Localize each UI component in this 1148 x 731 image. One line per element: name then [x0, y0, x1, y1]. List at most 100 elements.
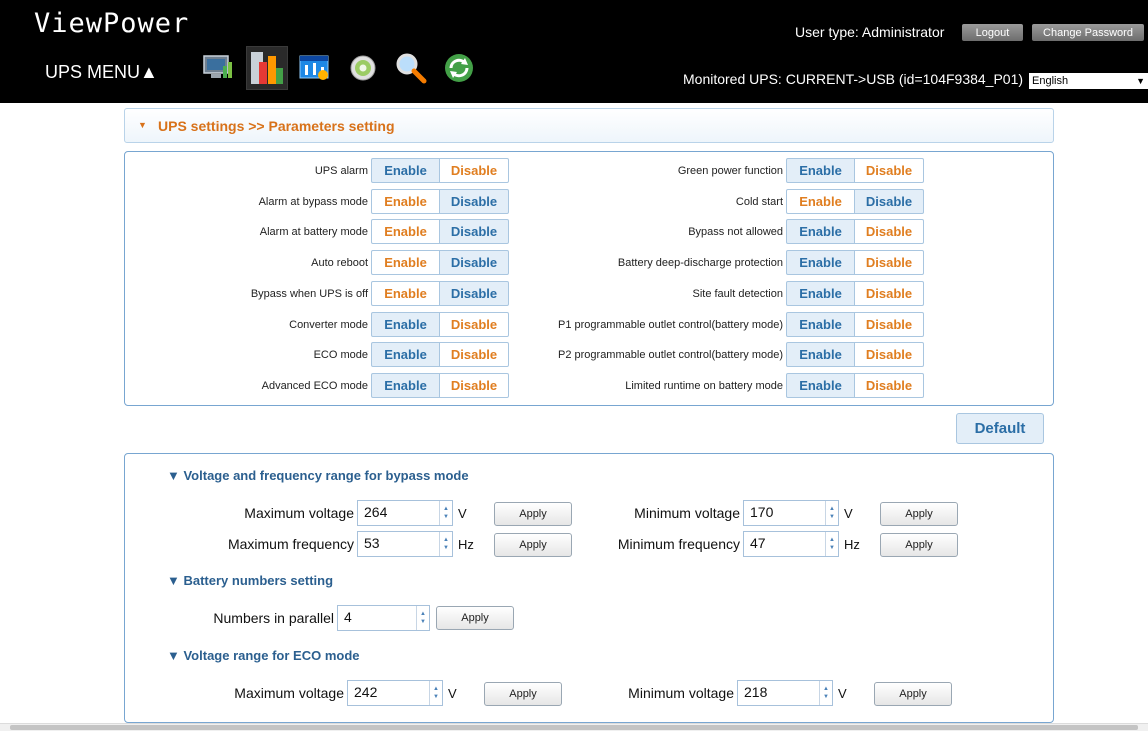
parameter-row: Alarm at bypass mode Enable Disable — [121, 189, 509, 214]
parameter-row: Auto reboot Enable Disable — [121, 250, 509, 275]
enable-button[interactable]: Enable — [786, 250, 855, 275]
battery-section-title: ▼ Battery numbers setting — [167, 573, 334, 588]
enable-button[interactable]: Enable — [786, 219, 855, 244]
spinner-arrows-icon[interactable]: ▲ ▼ — [439, 532, 452, 556]
disable-button[interactable]: Disable — [855, 342, 924, 367]
parameter-label: ECO mode — [313, 348, 368, 361]
spinner-arrows-icon[interactable]: ▲ ▼ — [439, 501, 452, 525]
parameter-row: Battery deep-discharge protection Enable D… — [516, 250, 924, 275]
viewpower-page: ViewPower UPS MENU▲ User type: Administr… — [0, 0, 1148, 731]
disable-button[interactable]: Disable — [440, 342, 509, 367]
disable-button[interactable]: Disable — [440, 219, 509, 244]
disable-button[interactable]: Disable — [855, 281, 924, 306]
bypass-max-voltage-input[interactable]: 264 ▲ ▼ — [357, 500, 453, 526]
enable-button[interactable]: Enable — [371, 373, 440, 398]
eco-min-voltage-row: Minimum voltage 218 ▲ ▼ V — [580, 680, 847, 706]
refresh-icon[interactable] — [438, 46, 480, 90]
parameter-label: P2 programmable outlet control(battery m… — [558, 348, 783, 361]
spinner-arrows-icon[interactable]: ▲ ▼ — [825, 501, 838, 525]
enable-button[interactable]: Enable — [371, 250, 440, 275]
language-select[interactable]: English ▼ — [1029, 73, 1148, 89]
enable-button[interactable]: Enable — [371, 189, 440, 214]
scrollbar-thumb[interactable] — [10, 725, 1138, 730]
gear-icon[interactable] — [342, 46, 384, 90]
unit-label: V — [448, 685, 457, 701]
field-label: Minimum voltage — [628, 685, 734, 701]
disable-button[interactable]: Disable — [440, 158, 509, 183]
apply-button[interactable]: Apply — [484, 682, 562, 706]
ups-menu-toggle[interactable]: UPS MENU▲ — [45, 62, 158, 83]
disable-button[interactable]: Disable — [855, 312, 924, 337]
disable-button[interactable]: Disable — [440, 250, 509, 275]
disable-button[interactable]: Disable — [855, 189, 924, 214]
apply-button[interactable]: Apply — [436, 606, 514, 630]
bypass-min-voltage-input[interactable]: 170 ▲ ▼ — [743, 500, 839, 526]
disable-button[interactable]: Disable — [440, 312, 509, 337]
parameter-label: UPS alarm — [314, 164, 368, 177]
default-button[interactable]: Default — [956, 413, 1044, 444]
parameter-label: Site fault detection — [692, 287, 783, 300]
enable-disable-toggle: Enable Disable — [371, 281, 509, 306]
parameter-label: Advanced ECO mode — [261, 379, 368, 392]
enable-button[interactable]: Enable — [786, 158, 855, 183]
apply-button[interactable]: Apply — [880, 533, 958, 557]
parameter-row: UPS alarm Enable Disable — [121, 158, 509, 183]
enable-button[interactable]: Enable — [786, 342, 855, 367]
spinner-arrows-icon[interactable]: ▲ ▼ — [825, 532, 838, 556]
chevron-down-icon: ▼ — [138, 120, 147, 130]
chart-icon[interactable] — [246, 46, 288, 90]
language-value: English — [1032, 75, 1069, 87]
breadcrumb-text: UPS settings >> Parameters setting — [158, 118, 395, 134]
bypass-max-frequency-input[interactable]: 53 ▲ ▼ — [357, 531, 453, 557]
enable-button[interactable]: Enable — [786, 189, 855, 214]
unit-label: V — [844, 505, 853, 521]
logout-button[interactable]: Logout — [962, 24, 1023, 41]
apply-button[interactable]: Apply — [494, 533, 572, 557]
enable-disable-toggle: Enable Disable — [371, 342, 509, 367]
search-icon[interactable] — [390, 46, 432, 90]
monitor-icon[interactable] — [198, 46, 240, 90]
enable-button[interactable]: Enable — [786, 281, 855, 306]
parameter-row: Bypass when UPS is off Enable Disable — [121, 281, 509, 306]
enable-button[interactable]: Enable — [786, 373, 855, 398]
enable-button[interactable]: Enable — [371, 342, 440, 367]
disable-button[interactable]: Disable — [440, 281, 509, 306]
enable-button[interactable]: Enable — [371, 219, 440, 244]
field-value: 47 — [750, 535, 766, 551]
enable-button[interactable]: Enable — [371, 281, 440, 306]
spinner-arrows-icon[interactable]: ▲ ▼ — [416, 606, 429, 630]
spinner-arrows-icon[interactable]: ▲ ▼ — [819, 681, 832, 705]
disable-button[interactable]: Disable — [855, 158, 924, 183]
parameter-label: Converter mode — [289, 318, 368, 331]
apply-button[interactable]: Apply — [880, 502, 958, 526]
enable-button[interactable]: Enable — [371, 158, 440, 183]
parameter-row: P2 programmable outlet control(battery m… — [516, 342, 924, 367]
bypass-min-frequency-row: Minimum frequency 47 ▲ ▼ Hz — [586, 531, 860, 557]
disable-button[interactable]: Disable — [440, 189, 509, 214]
enable-button[interactable]: Enable — [371, 312, 440, 337]
eco-min-voltage-input[interactable]: 218 ▲ ▼ — [737, 680, 833, 706]
change-password-button[interactable]: Change Password — [1032, 24, 1144, 41]
field-value: 53 — [364, 535, 380, 551]
apply-button[interactable]: Apply — [874, 682, 952, 706]
battery-parallel-input[interactable]: 4 ▲ ▼ — [337, 605, 430, 631]
top-header: ViewPower UPS MENU▲ User type: Administr… — [0, 0, 1148, 103]
horizontal-scrollbar[interactable] — [0, 723, 1148, 731]
app-logo: ViewPower — [34, 8, 190, 39]
enable-button[interactable]: Enable — [786, 312, 855, 337]
enable-disable-toggle: Enable Disable — [786, 250, 924, 275]
settings-icon[interactable] — [294, 46, 336, 90]
bypass-min-frequency-input[interactable]: 47 ▲ ▼ — [743, 531, 839, 557]
apply-button[interactable]: Apply — [494, 502, 572, 526]
eco-max-voltage-row: Maximum voltage 242 ▲ ▼ V — [190, 680, 457, 706]
field-value: 218 — [744, 684, 768, 700]
disable-button[interactable]: Disable — [855, 250, 924, 275]
disable-button[interactable]: Disable — [855, 219, 924, 244]
parameter-row: Site fault detection Enable Disable — [516, 281, 924, 306]
parameter-label: Limited runtime on battery mode — [625, 379, 783, 392]
disable-button[interactable]: Disable — [440, 373, 509, 398]
field-label: Minimum voltage — [634, 505, 740, 521]
disable-button[interactable]: Disable — [855, 373, 924, 398]
spinner-arrows-icon[interactable]: ▲ ▼ — [429, 681, 442, 705]
eco-max-voltage-input[interactable]: 242 ▲ ▼ — [347, 680, 443, 706]
